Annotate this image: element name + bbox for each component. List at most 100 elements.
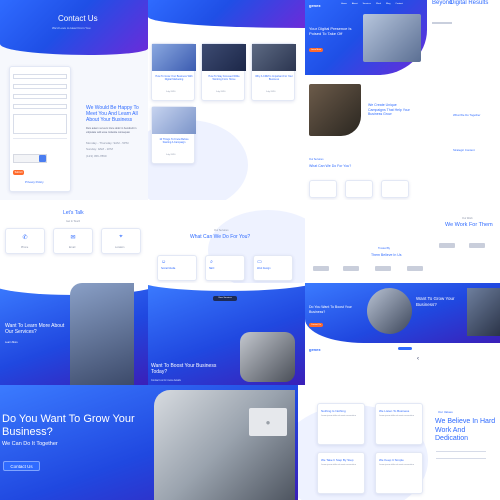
cta-left-panel: Want To Learn More About Our Services? L… <box>0 283 148 385</box>
blog-card-meta: July 2020 <box>216 91 226 93</box>
consent-text <box>13 138 67 148</box>
hero-corner-meta <box>432 22 452 24</box>
about-service-card-2[interactable] <box>345 180 373 198</box>
blog-card-meta: July 2020 <box>166 91 176 93</box>
services-label: Our Services <box>214 229 229 232</box>
privacy-link[interactable]: Privacy Policy <box>25 180 44 184</box>
nav-item-home[interactable]: Home <box>341 3 347 5</box>
value-card-title: Nothing Is Nothing <box>321 409 346 413</box>
nav-item-about[interactable]: About <box>352 3 358 5</box>
client-logo-3 <box>375 266 391 271</box>
contact-title: Contact Us <box>58 14 98 23</box>
about-service-card-1[interactable] <box>309 180 337 198</box>
works-heading: We Work For Them <box>445 222 493 228</box>
nav-item-blog[interactable]: Blog <box>386 3 390 5</box>
nav-item-contact[interactable]: Contact <box>395 3 403 5</box>
contact-subtitle: We'd Love to Hear From You <box>52 26 91 30</box>
client-logo-1 <box>313 266 329 271</box>
about-heading: We Create Unique Campaigns That Help You… <box>368 103 410 116</box>
talk-panel: Let's Talk Get In Touch ✆ Phone ✉ Email … <box>0 200 148 283</box>
blog-card-4[interactable]: 10 Things To Know Before Starting A Camp… <box>151 106 196 164</box>
name-field[interactable] <box>13 74 67 79</box>
submit-button[interactable]: Submit <box>13 170 24 175</box>
bottom-contact-button[interactable]: Contact Us <box>3 461 40 471</box>
talk-card-phone[interactable]: ✆ Phone <box>5 228 45 254</box>
works-label: Our Work <box>462 217 473 220</box>
value-card-title: We Take It Step By Step <box>321 458 354 462</box>
blog-card-meta: July 2020 <box>166 154 176 156</box>
email-field[interactable] <box>13 84 67 89</box>
value-card-text: Lorem ipsum dolor sit amet consectetur <box>321 415 357 417</box>
talk-item-label: Phone <box>21 246 29 249</box>
web-icon: ▭ <box>257 258 262 265</box>
services-view-button[interactable]: View Services <box>213 296 237 301</box>
contact-heading-text: We Would Be Happy To Meet You And Learn … <box>86 105 139 123</box>
blog-card-1[interactable]: How To Grow Your Business With Digital M… <box>151 43 196 101</box>
client-logo-4 <box>407 266 423 271</box>
message-field[interactable] <box>13 114 67 134</box>
seo-icon: ⌕ <box>210 258 213 265</box>
hero-learn-button[interactable]: Learn More <box>309 48 323 52</box>
blog-card-title: How To Grow Your Business With Digital M… <box>155 75 193 81</box>
location-icon: ⌖ <box>119 233 123 240</box>
blog-image-4 <box>152 107 196 134</box>
cta-mid-sub: Contact us for more details <box>151 379 181 382</box>
values-label: Our Values <box>438 410 453 414</box>
phone-field[interactable] <box>13 94 67 99</box>
subject-field[interactable] <box>13 104 67 109</box>
talk-subtitle: Get In Touch <box>66 220 81 223</box>
contact-hours: Monday - Thursday: 9AM - 5PM <box>86 141 129 145</box>
talk-title: Let's Talk <box>63 210 84 216</box>
value-card-4: We Keep It Simple Lorem ipsum dolor sit … <box>375 452 423 494</box>
about-service-card-3[interactable] <box>381 180 409 198</box>
service-card-web[interactable]: ▭ Web Design <box>253 255 293 281</box>
value-card-text: Lorem ipsum dolor sit amet consectetur <box>321 464 357 466</box>
values-text-lines <box>436 451 486 459</box>
cta-mid-panel: View Services Want To Boost Your Busines… <box>148 283 305 385</box>
contact-phone: (123) 456-7890 <box>86 154 107 158</box>
blog-image-3 <box>252 44 296 71</box>
service-card-title: Social Media <box>161 267 176 270</box>
works-panel: Our Work We Work For Them Trusted By The… <box>305 200 500 283</box>
footer-logo[interactable]: genex <box>309 347 321 352</box>
footer-arrow-icon[interactable]: ‹ <box>417 356 419 362</box>
service-card-seo[interactable]: ⌕ SEO <box>205 255 245 281</box>
client-logo-2 <box>343 266 359 271</box>
social-icon: ☺ <box>160 258 167 265</box>
cta-left-link[interactable]: Learn More <box>5 341 18 344</box>
talk-card-email[interactable]: ✉ Email <box>53 228 93 254</box>
values-heading: We Believe In Hard Work And Dedication <box>435 418 496 442</box>
email-icon: ✉ <box>70 234 76 241</box>
hero-logo[interactable]: genex <box>309 3 321 8</box>
blog-card-3[interactable]: Why A CRM Is Important For Your Business… <box>251 43 296 101</box>
about-services-label: Our Services <box>309 158 324 161</box>
talk-card-location[interactable]: ⌖ Location <box>101 228 141 254</box>
about-photo <box>309 84 361 136</box>
nav-item-services[interactable]: Services <box>363 3 371 5</box>
value-card-text: Lorem ipsum dolor sit amet consectetur <box>379 464 415 466</box>
footer-nav-button[interactable] <box>398 347 412 350</box>
value-card-title: We Keep It Simple <box>379 458 404 462</box>
bottom-office-photo: ● <box>154 390 295 500</box>
cta-left-heading: Want To Learn More About Our Services? <box>5 323 65 335</box>
cta-right-button[interactable]: Contact Us <box>309 323 323 327</box>
service-card-title: Web Design <box>257 267 271 270</box>
blog-card-meta: July 2020 <box>266 91 276 93</box>
service-card-social[interactable]: ☺ Social Media <box>157 255 197 281</box>
about-side-2: Strategic Content <box>453 148 475 152</box>
blog-card-2[interactable]: How To Stay Focused While Working From H… <box>201 43 246 101</box>
services-heading: What Can We Do For You? <box>190 234 251 240</box>
client-logo-6 <box>469 243 485 248</box>
value-card-text: Lorem ipsum dolor sit amet consectetur <box>379 415 415 417</box>
cta-right-photo <box>367 288 412 334</box>
cta-mid-photo <box>240 332 295 382</box>
bottom-panel: Do You Want To Grow Your Business? We Ca… <box>0 385 298 500</box>
about-services-heading: What Can We Do For You? <box>309 164 352 168</box>
clients-label: Trusted By <box>378 247 390 250</box>
contact-hours-2: Sunday: 9AM - 1PM <box>86 147 113 151</box>
cta-right-photo-2 <box>467 288 500 336</box>
hero-top-panel: genex Home About Services Work Blog Cont… <box>305 0 500 200</box>
nav-item-work[interactable]: Work <box>376 3 381 5</box>
service-card-title: SEO <box>209 267 215 270</box>
talk-item-label: Email <box>69 246 76 249</box>
